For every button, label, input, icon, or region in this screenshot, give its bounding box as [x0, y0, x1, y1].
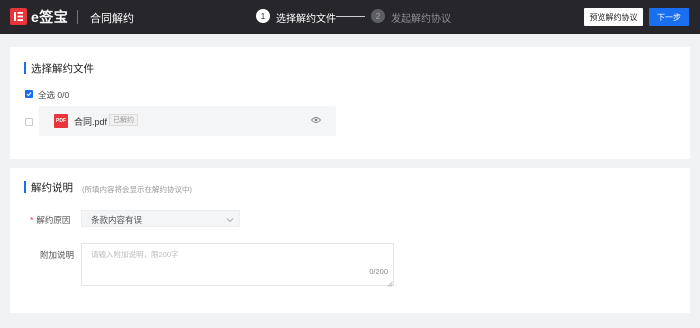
step-2-label: 发起解约协议	[391, 14, 451, 25]
step-connector	[336, 16, 365, 17]
file-name: 合同.pdf	[74, 117, 108, 127]
section-accent-bar	[24, 181, 26, 193]
section-accent-bar	[24, 62, 26, 74]
select-all-label: 全选 0/0	[38, 90, 70, 100]
preview-agreement-button[interactable]: 预览解约协议	[584, 8, 643, 26]
note-char-count: 0/200	[369, 267, 388, 276]
step-1-indicator: 1	[256, 9, 270, 23]
reason-label: * 解约原因	[30, 214, 70, 226]
reason-selected-value: 条款内容有误	[91, 215, 143, 225]
select-all-checkbox[interactable]	[25, 90, 33, 98]
chevron-down-icon	[226, 215, 234, 225]
required-marker: *	[30, 215, 34, 225]
note-placeholder: 请输入附加说明，限200字	[91, 250, 179, 259]
page-title: 合同解约	[90, 13, 134, 25]
resize-handle-icon[interactable]	[387, 279, 393, 287]
file-selection-card: 选择解约文件 全选 0/0 PDF 合同.pdf 已解约	[10, 47, 690, 159]
file-status-tag: 已解约	[109, 114, 138, 126]
file-checkbox[interactable]	[25, 118, 33, 126]
reason-card: 解约说明 (所填内容将会显示在解约协议中) * 解约原因 条款内容有误 附加说明 …	[10, 168, 690, 313]
note-textarea[interactable]: 请输入附加说明，限200字 0/200	[81, 243, 394, 287]
header-divider	[77, 10, 78, 24]
next-step-button[interactable]: 下一步	[649, 8, 689, 26]
logo-icon	[10, 8, 27, 25]
top-bar: e签宝 合同解约 1 选择解约文件 2 发起解约协议 预览解约协议 下一步	[0, 0, 700, 34]
pdf-file-icon: PDF	[54, 114, 68, 128]
step-1-label: 选择解约文件	[276, 14, 336, 25]
file-item: PDF 合同.pdf 已解约	[39, 106, 336, 136]
preview-eye-icon[interactable]	[310, 116, 322, 126]
reason-hint: (所填内容将会显示在解约协议中)	[82, 185, 192, 194]
reason-select[interactable]: 条款内容有误	[81, 210, 240, 227]
file-section-title: 选择解约文件	[31, 63, 94, 75]
step-2-indicator: 2	[371, 9, 385, 23]
logo-text: e签宝	[31, 9, 69, 25]
note-label: 附加说明	[40, 250, 75, 260]
reason-section-title: 解约说明	[31, 182, 73, 194]
reason-label-text: 解约原因	[36, 215, 71, 225]
